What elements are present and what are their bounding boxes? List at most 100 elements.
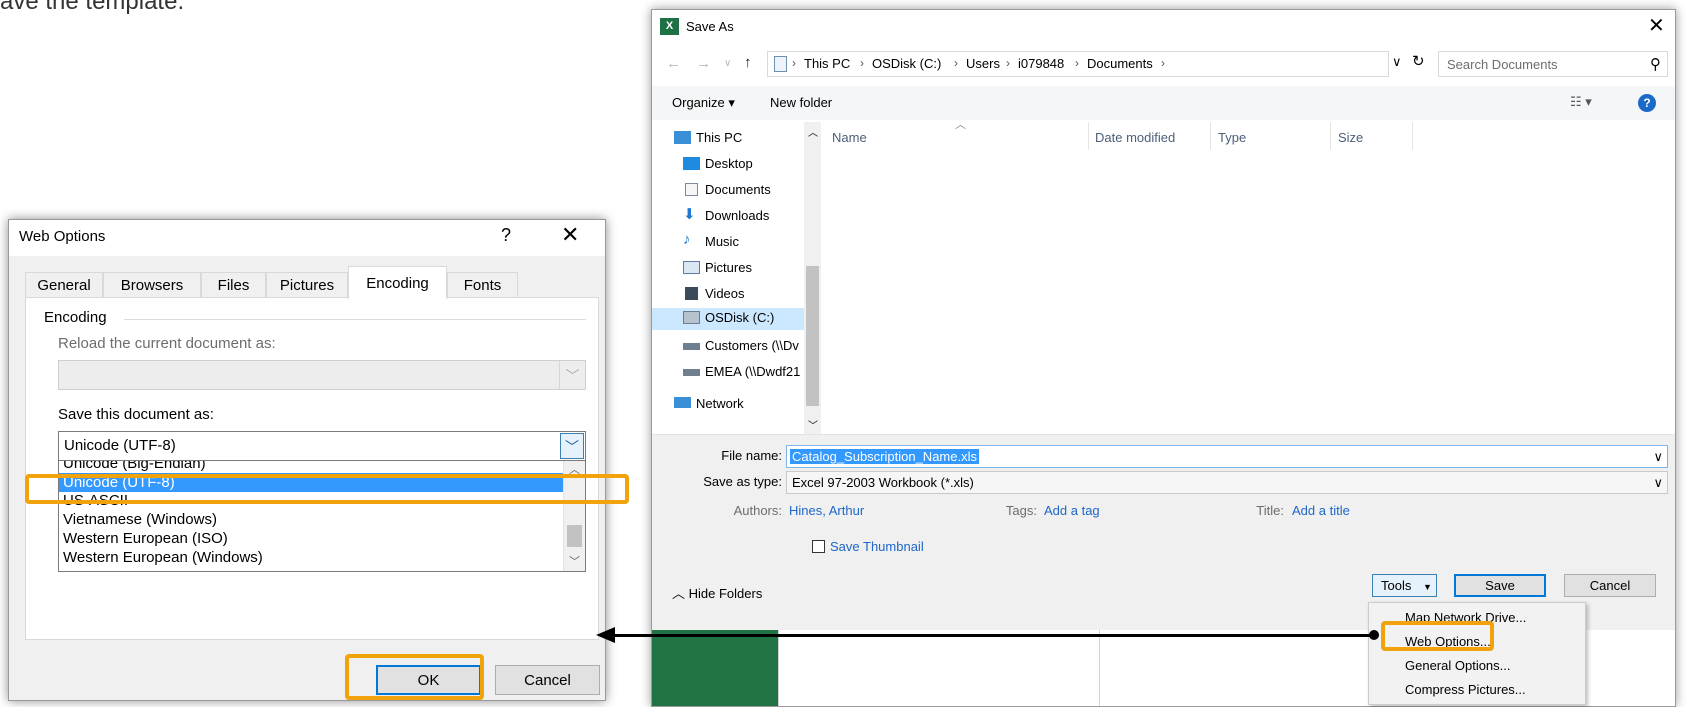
- new-folder-button[interactable]: New folder: [770, 95, 832, 110]
- save-as-type-value: Excel 97-2003 Workbook (*.xls): [792, 475, 974, 490]
- breadcrumb[interactable]: i079848: [1018, 56, 1064, 71]
- cancel-button[interactable]: Cancel: [1564, 574, 1656, 597]
- list-item[interactable]: Unicode (Big-Endian): [59, 461, 564, 473]
- connector-arrow-head: [596, 627, 615, 643]
- sidebar-item-documents[interactable]: Documents: [683, 180, 803, 202]
- menu-item-web-options[interactable]: Web Options...: [1405, 634, 1491, 649]
- address-bar[interactable]: › This PC › OSDisk (C:) › Users › i07984…: [767, 51, 1389, 77]
- tags-value[interactable]: Add a tag: [1044, 503, 1100, 518]
- save-thumbnail-checkbox[interactable]: [812, 540, 825, 553]
- sidebar-item-emea[interactable]: EMEA (\\Dwdf21: [683, 362, 803, 384]
- reload-label: Reload the current document as:: [58, 335, 276, 352]
- breadcrumb[interactable]: This PC: [804, 56, 850, 71]
- cancel-button[interactable]: Cancel: [495, 665, 600, 695]
- sidebar-item-music[interactable]: ♪ Music: [683, 231, 803, 254]
- authors-value[interactable]: Hines, Arthur: [789, 503, 864, 518]
- list-item[interactable]: US-ASCII: [59, 491, 564, 510]
- sidebar-item-downloads[interactable]: ⬇ Downloads: [683, 206, 803, 228]
- menu-item-general-options[interactable]: General Options...: [1405, 658, 1511, 673]
- breadcrumb[interactable]: OSDisk (C:): [872, 56, 941, 71]
- chevron-down-icon[interactable]: ∨: [1392, 54, 1402, 70]
- tags-label: Tags:: [1005, 503, 1037, 518]
- save-as-title: Save As: [686, 19, 734, 34]
- nav-scrollbar[interactable]: ︿ ﹀: [804, 122, 821, 434]
- folder-icon: [774, 56, 787, 72]
- forward-icon[interactable]: →: [696, 55, 711, 72]
- sidebar-item-network[interactable]: Network: [674, 394, 802, 416]
- encoding-dropdown-list: Unicode (Big-Endian) Unicode (UTF-8) US-…: [58, 460, 586, 572]
- chevron-down-icon[interactable]: ∨: [1653, 475, 1663, 491]
- sidebar-item-osdisk[interactable]: OSDisk (C:): [652, 308, 804, 330]
- chevron-down-icon[interactable]: ﹀: [560, 433, 584, 459]
- documents-icon: [685, 183, 698, 196]
- chevron-down-icon: ﹀: [559, 361, 585, 389]
- command-bar: Organize ▾ New folder ☷ ▾ ?: [652, 86, 1675, 120]
- list-item[interactable]: Western European (ISO): [59, 529, 564, 548]
- hide-folders-button[interactable]: ︿ Hide Folders: [672, 583, 762, 602]
- file-name-field[interactable]: Catalog_Subscription_Name.xls ∨: [786, 445, 1668, 468]
- tab-general[interactable]: General: [25, 272, 103, 298]
- organize-button[interactable]: Organize ▾: [672, 95, 735, 111]
- save-as-type-select[interactable]: Excel 97-2003 Workbook (*.xls) ∨: [786, 471, 1668, 494]
- tab-fonts[interactable]: Fonts: [447, 272, 518, 298]
- scroll-up-icon[interactable]: ︿: [808, 124, 818, 139]
- file-name-label: File name:: [721, 448, 782, 463]
- help-icon[interactable]: ?: [1638, 94, 1656, 112]
- encoding-panel: Encoding Reload the current document as:…: [25, 297, 599, 640]
- tab-encoding[interactable]: Encoding: [348, 266, 447, 299]
- connector-arrow-line: [614, 634, 1376, 637]
- sidebar-item-customers[interactable]: Customers (\\Dv: [683, 336, 803, 358]
- up-icon[interactable]: ↑: [744, 54, 752, 71]
- column-header-name[interactable]: Name: [832, 122, 867, 150]
- scroll-thumb[interactable]: [567, 525, 582, 547]
- breadcrumb[interactable]: Documents: [1087, 56, 1153, 71]
- list-item-selected[interactable]: Unicode (UTF-8): [59, 473, 564, 492]
- tab-files[interactable]: Files: [201, 272, 266, 298]
- network-icon: [674, 397, 691, 408]
- web-options-titlebar: Web Options ? ✕: [9, 220, 605, 256]
- view-options-icon[interactable]: ☷ ▾: [1570, 94, 1592, 110]
- close-icon[interactable]: ✕: [561, 222, 579, 248]
- title-label: Title:: [1256, 503, 1284, 518]
- recent-dropdown-icon[interactable]: ∨: [724, 58, 731, 69]
- back-icon[interactable]: ←: [666, 55, 681, 72]
- breadcrumb[interactable]: Users: [966, 56, 1000, 71]
- column-header-type[interactable]: Type: [1218, 122, 1246, 150]
- group-divider: [124, 319, 586, 320]
- list-item[interactable]: Western European (Windows): [59, 548, 564, 567]
- ok-button[interactable]: OK: [376, 665, 481, 695]
- save-encoding-select[interactable]: Unicode (UTF-8) ﹀: [58, 431, 586, 461]
- search-input[interactable]: Search Documents ⚲: [1438, 51, 1668, 77]
- save-options-area: File name: Catalog_Subscription_Name.xls…: [652, 434, 1675, 630]
- network-drive-icon: [683, 369, 700, 376]
- column-header-size[interactable]: Size: [1338, 122, 1363, 150]
- scroll-thumb[interactable]: [806, 266, 819, 406]
- list-item[interactable]: Vietnamese (Windows): [59, 510, 564, 529]
- scroll-down-icon[interactable]: ﹀: [808, 417, 818, 432]
- close-icon[interactable]: ✕: [1648, 13, 1665, 38]
- tools-button[interactable]: Tools ▼: [1372, 574, 1437, 597]
- column-header-date[interactable]: Date modified: [1095, 122, 1175, 150]
- sidebar-item-videos[interactable]: Videos: [683, 284, 803, 306]
- save-button[interactable]: Save: [1454, 574, 1546, 597]
- refresh-icon[interactable]: ↻: [1412, 52, 1425, 70]
- pictures-icon: [683, 261, 700, 274]
- search-icon[interactable]: ⚲: [1650, 55, 1661, 73]
- network-drive-icon: [683, 343, 700, 350]
- save-thumbnail-label[interactable]: Save Thumbnail: [830, 539, 924, 554]
- menu-item-map-network-drive[interactable]: Map Network Drive...: [1405, 610, 1526, 625]
- chevron-down-icon[interactable]: ∨: [1653, 449, 1663, 465]
- scroll-up-icon[interactable]: ︿: [569, 461, 580, 477]
- title-value[interactable]: Add a title: [1292, 503, 1350, 518]
- sidebar-item-desktop[interactable]: Desktop: [683, 154, 803, 176]
- sidebar-item-pictures[interactable]: Pictures: [683, 258, 803, 280]
- help-button[interactable]: ?: [501, 225, 511, 246]
- tab-browsers[interactable]: Browsers: [103, 272, 201, 298]
- tab-pictures[interactable]: Pictures: [266, 272, 348, 298]
- sidebar-item-this-pc[interactable]: This PC: [674, 128, 802, 150]
- excel-icon: X: [660, 18, 679, 35]
- list-scrollbar[interactable]: ︿ ﹀: [563, 461, 585, 571]
- authors-label: Authors:: [733, 503, 782, 518]
- menu-item-compress-pictures[interactable]: Compress Pictures...: [1405, 682, 1526, 697]
- scroll-down-icon[interactable]: ﹀: [569, 553, 580, 569]
